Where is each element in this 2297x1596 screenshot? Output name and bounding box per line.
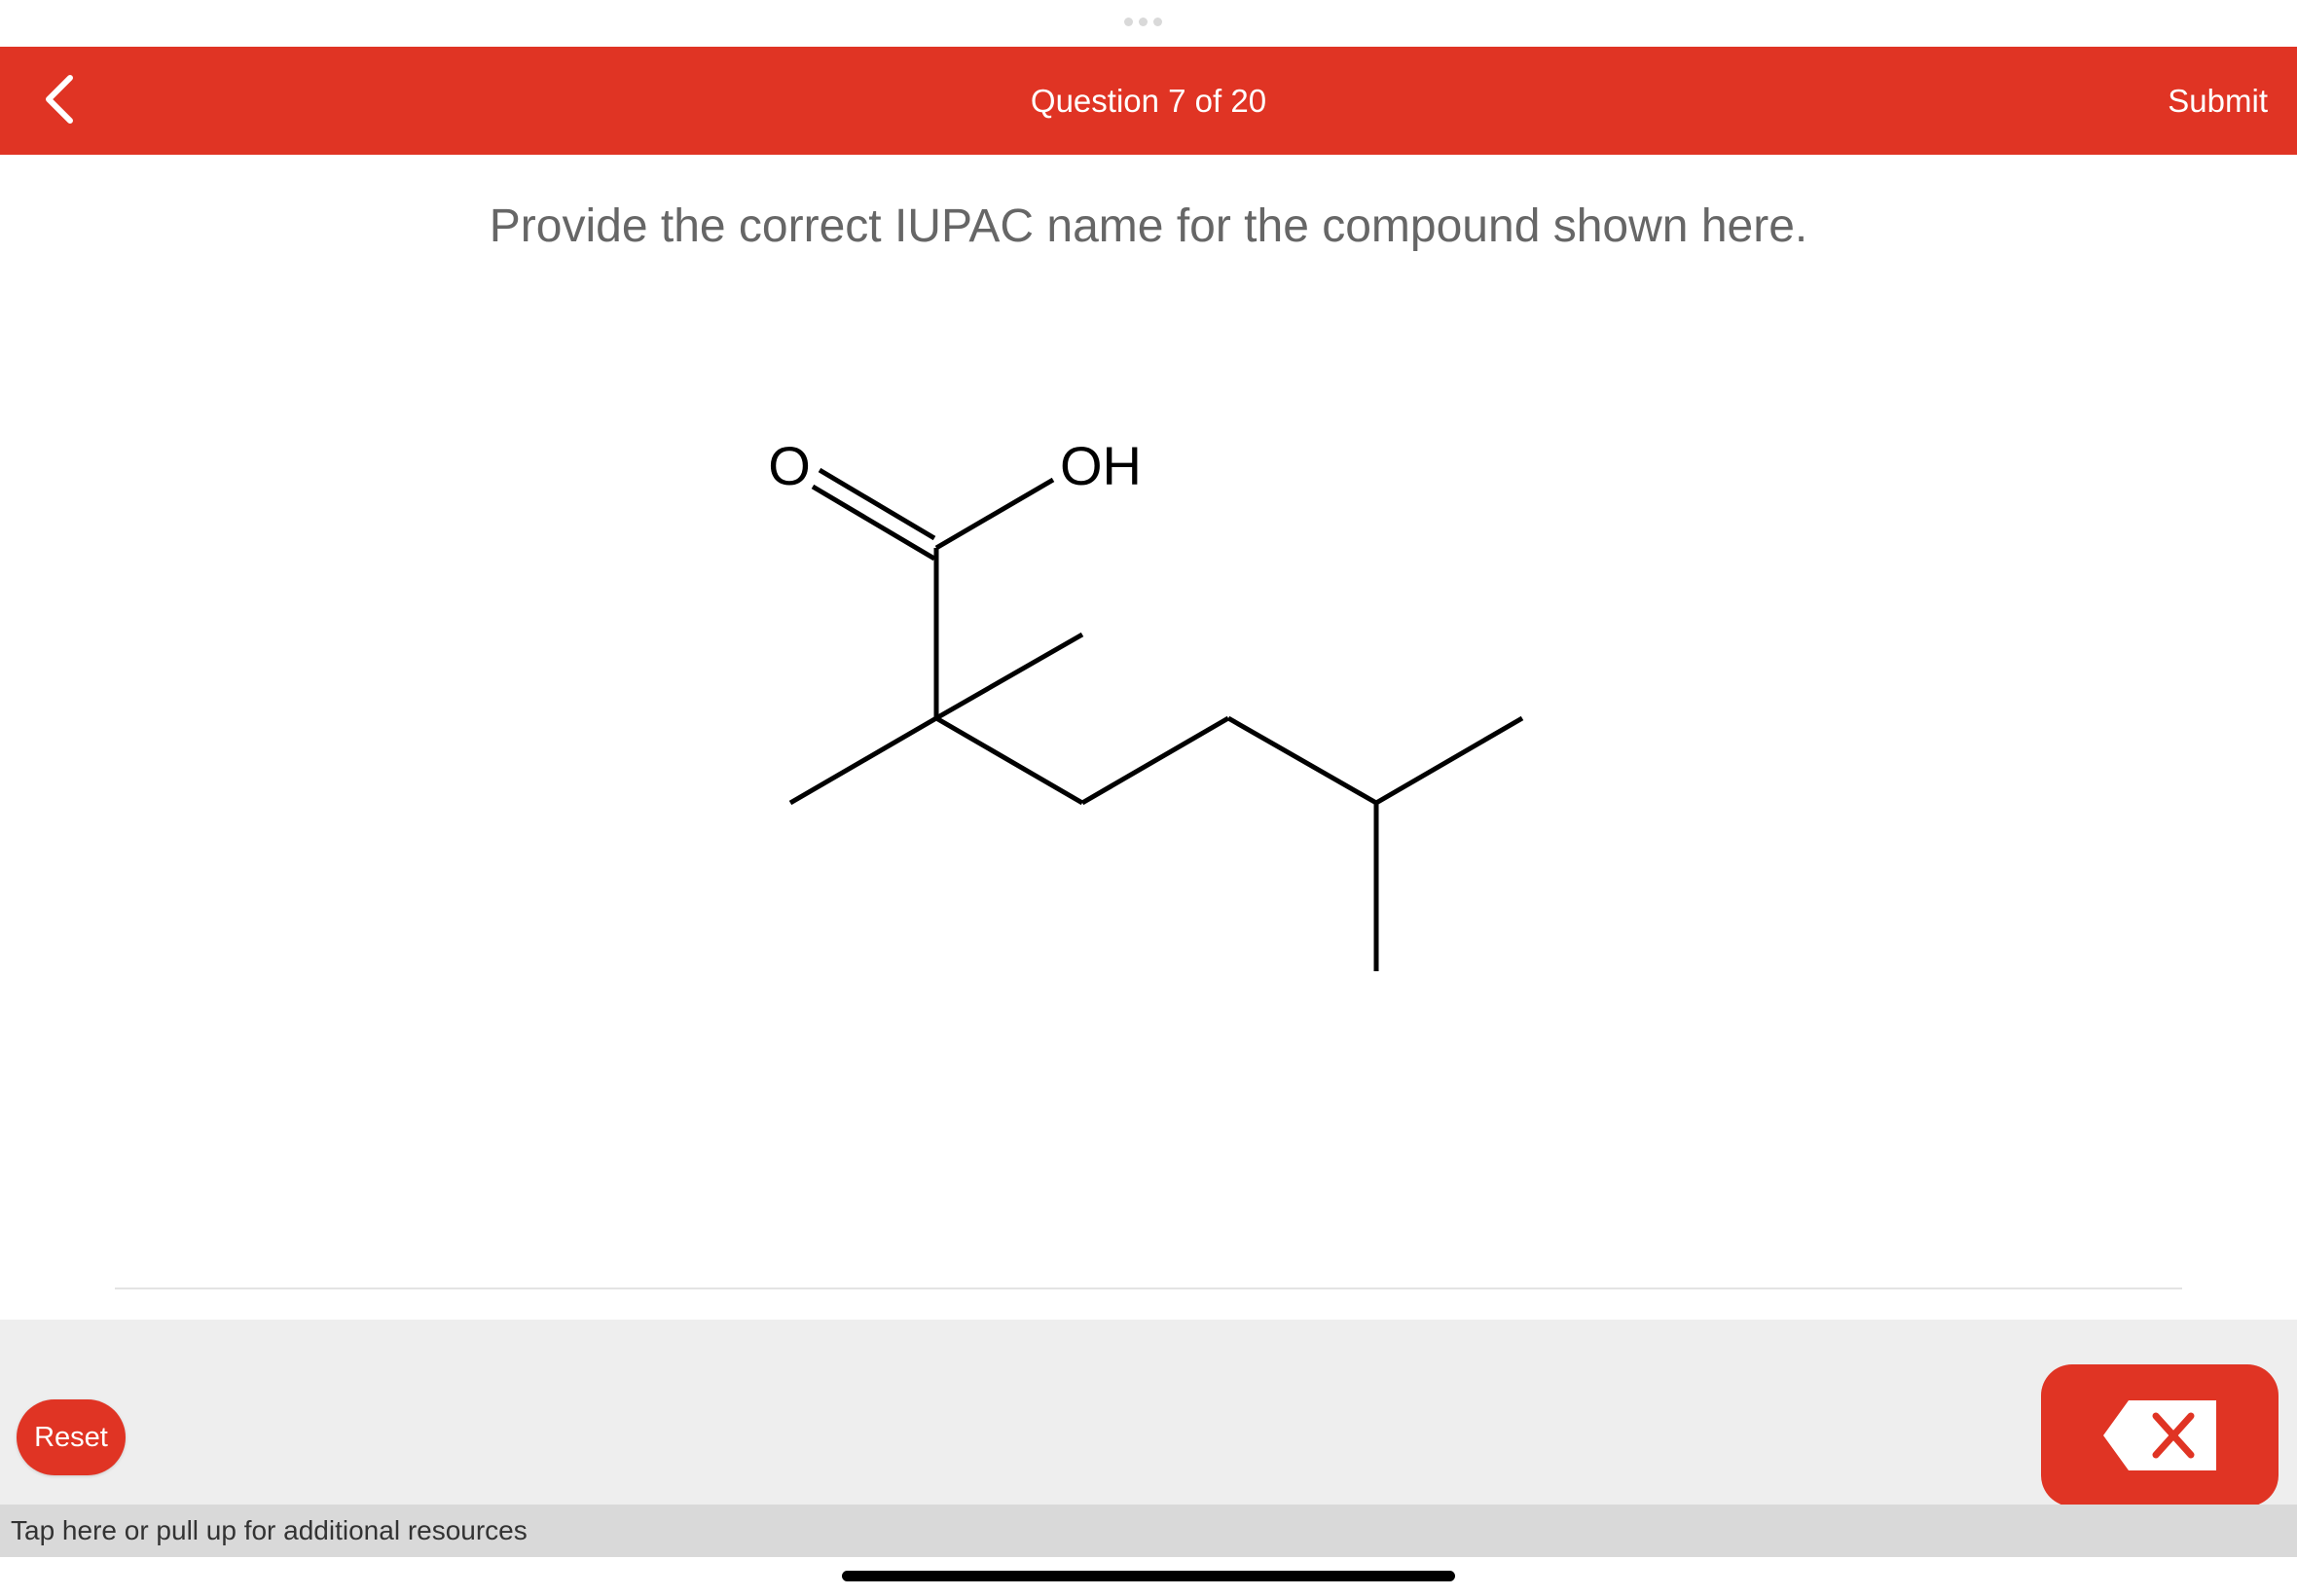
question-prompt: Provide the correct IUPAC name for the c…	[489, 200, 1808, 252]
multitasking-dots[interactable]	[1124, 18, 1162, 26]
top-bar: Question 7 of 20 Submit	[0, 47, 2297, 155]
app-screen: Question 7 of 20 Submit Provide the corr…	[0, 0, 2297, 1596]
molecule-structure: O OH	[768, 435, 1524, 971]
double-bond-line-1	[818, 467, 936, 541]
c5-c6-bond	[1374, 715, 1524, 806]
double-bond-line-2	[811, 484, 936, 562]
c-oh-bond	[934, 477, 1055, 551]
answer-panel: Reset	[0, 1320, 2297, 1506]
c2-c3-bond	[934, 715, 1084, 806]
reset-button[interactable]: Reset	[17, 1399, 126, 1475]
methyl-bond-lower	[788, 715, 938, 806]
delete-button[interactable]	[2041, 1364, 2279, 1506]
hydroxyl-label: OH	[1060, 435, 1142, 496]
methyl-bond-upper	[934, 632, 1084, 721]
question-counter: Question 7 of 20	[1030, 83, 1267, 119]
carbonyl-oxygen-label: O	[768, 435, 811, 496]
c4-c5-bond	[1226, 715, 1378, 806]
divider	[115, 1288, 2182, 1289]
c3-c4-bond	[1080, 715, 1230, 806]
backspace-icon	[2103, 1400, 2216, 1470]
resources-drawer-handle[interactable]: Tap here or pull up for additional resou…	[0, 1505, 2297, 1557]
resources-label: Tap here or pull up for additional resou…	[11, 1515, 528, 1545]
submit-button[interactable]: Submit	[2168, 47, 2268, 155]
home-indicator[interactable]	[842, 1571, 1455, 1581]
